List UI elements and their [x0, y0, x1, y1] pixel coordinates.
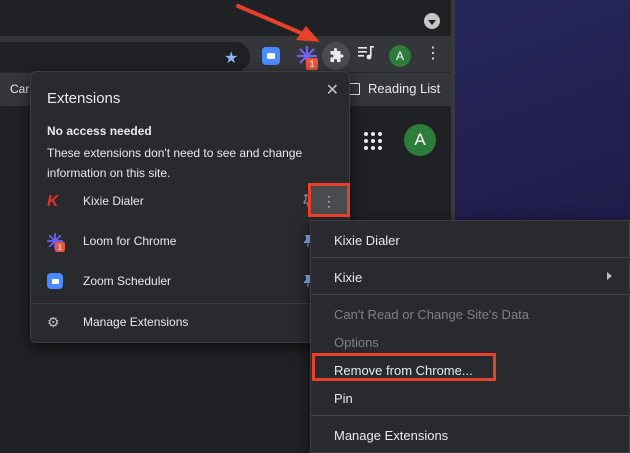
apps-grid-icon[interactable]	[364, 132, 382, 150]
more-vert-icon: ⋮	[322, 193, 336, 209]
extensions-puzzle-button[interactable]	[322, 42, 350, 70]
manage-extensions-row[interactable]: ⚙ Manage Extensions	[47, 310, 347, 334]
popup-divider	[31, 303, 349, 304]
menu-separator	[311, 415, 629, 416]
menu-item-site-data: Can't Read or Change Site's Data	[334, 307, 530, 322]
menu-item-manage-extensions[interactable]: Manage Extensions	[334, 428, 448, 443]
extension-name: Kixie Dialer	[83, 194, 144, 208]
kixie-icon: K	[47, 193, 59, 210]
extension-row-kixie[interactable]: K Kixie Dialer	[47, 189, 347, 213]
extension-row-loom[interactable]: 1 Loom for Chrome	[46, 229, 347, 253]
menu-item-kixie-dialer[interactable]: Kixie Dialer	[334, 233, 400, 248]
extension-name: Zoom Scheduler	[83, 274, 172, 288]
loom-badge: 1	[55, 242, 65, 252]
profile-avatar[interactable]: A	[389, 45, 411, 67]
loom-icon: 1	[46, 232, 65, 252]
playlist-icon[interactable]	[358, 46, 374, 63]
menu-item-pin[interactable]: Pin	[334, 391, 353, 406]
reading-list-button[interactable]: Reading List	[348, 81, 440, 96]
menu-item-remove-from-chrome[interactable]: Remove from Chrome...	[334, 363, 473, 378]
menu-item-kixie[interactable]: Kixie	[334, 270, 362, 285]
section-heading: No access needed	[47, 124, 152, 138]
popup-title: Extensions	[47, 90, 121, 107]
menu-item-options: Options	[334, 335, 379, 350]
gear-icon: ⚙	[47, 314, 60, 330]
extension-row-zoom[interactable]: Zoom Scheduler	[47, 269, 347, 293]
extension-more-button[interactable]: ⋮	[311, 186, 347, 216]
extension-context-menu: Kixie Dialer Kixie Can't Read or Change …	[310, 220, 630, 453]
zoom-icon	[47, 273, 63, 289]
address-bar[interactable]	[0, 42, 250, 72]
submenu-arrow-icon	[607, 272, 612, 280]
reading-list-label: Reading List	[368, 81, 441, 96]
tab-search-icon[interactable]	[424, 13, 440, 29]
manage-extensions-label: Manage Extensions	[83, 315, 189, 329]
close-icon[interactable]: ✕	[326, 80, 339, 100]
puzzle-icon	[330, 48, 344, 62]
chrome-menu-icon[interactable]: ⋮	[425, 46, 441, 62]
extensions-popup: Extensions ✕ No access needed These exte…	[30, 71, 350, 343]
title-bar	[0, 0, 451, 36]
menu-separator	[311, 294, 629, 295]
section-description: These extensions don't need to see and c…	[47, 146, 303, 180]
bookmark-item[interactable]: Car	[10, 82, 29, 96]
menu-separator	[311, 257, 629, 258]
zoom-icon[interactable]	[262, 47, 280, 65]
loom-badge: 1	[306, 58, 318, 70]
extension-name: Loom for Chrome	[83, 234, 177, 248]
account-avatar[interactable]: A	[404, 124, 436, 156]
star-icon[interactable]: ★	[224, 48, 238, 68]
